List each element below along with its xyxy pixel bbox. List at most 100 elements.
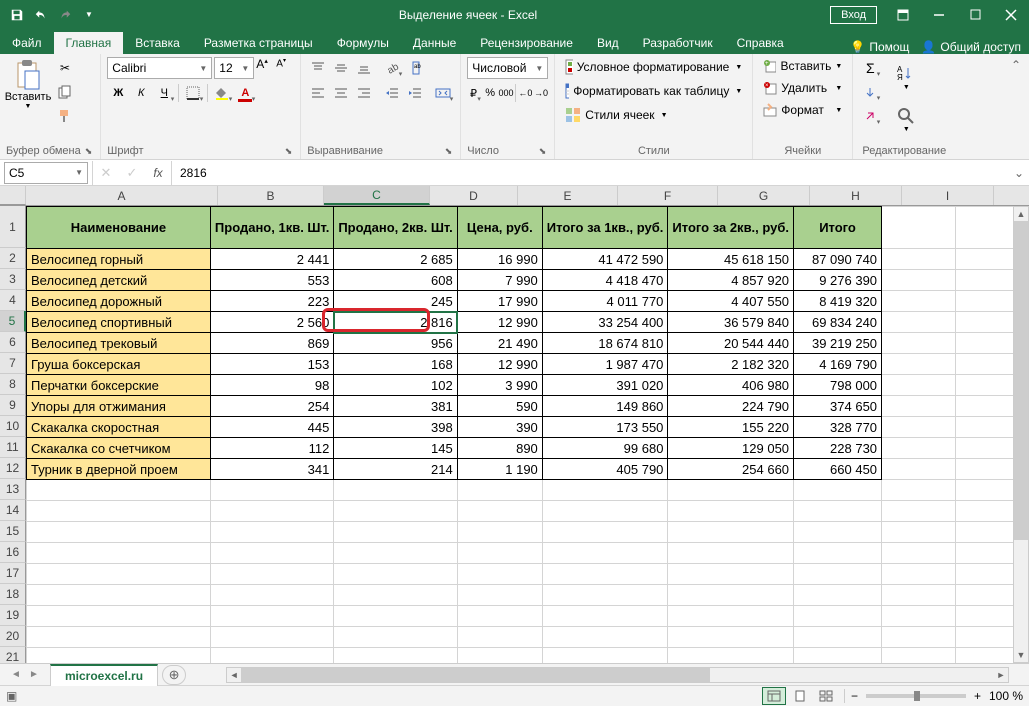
col-header-D[interactable]: D [430,186,518,205]
cell-B18[interactable] [210,585,333,606]
cell-C18[interactable] [334,585,457,606]
tab-вставка[interactable]: Вставка [123,32,192,54]
cell-F19[interactable] [668,606,794,627]
sheet-nav-next-icon[interactable]: ► [26,666,42,684]
cell-H21[interactable] [882,648,955,664]
cell-G11[interactable]: 228 730 [794,438,882,459]
comma-format-icon[interactable]: 000 [498,82,513,104]
cell-G12[interactable]: 660 450 [794,459,882,480]
row-header-7[interactable]: 7 [0,353,26,374]
bold-button[interactable]: Ж [107,82,129,104]
cell-D19[interactable] [457,606,542,627]
cell-G9[interactable]: 374 650 [794,396,882,417]
save-icon[interactable] [6,4,28,26]
row-header-1[interactable]: 1 [0,206,26,248]
row-header-6[interactable]: 6 [0,332,26,353]
undo-icon[interactable] [30,4,52,26]
cell-C1[interactable]: Продано, 2кв. Шт. [334,207,457,249]
cell-E20[interactable] [542,627,668,648]
conditional-formatting-button[interactable]: Условное форматирование▼ [561,57,746,77]
cell-B10[interactable]: 445 [210,417,333,438]
cell-E15[interactable] [542,522,668,543]
cell-H19[interactable] [882,606,955,627]
col-header-B[interactable]: B [218,186,324,205]
cell-E7[interactable]: 1 987 470 [542,354,668,375]
cell-F2[interactable]: 45 618 150 [668,249,794,270]
zoom-level[interactable]: 100 % [989,689,1023,703]
cell-B6[interactable]: 869 [210,333,333,354]
maximize-icon[interactable] [957,0,993,29]
format-cells-button[interactable]: Формат▼ [759,101,846,119]
cell-F18[interactable] [668,585,794,606]
row-header-3[interactable]: 3 [0,269,26,290]
col-header-A[interactable]: A [26,186,218,205]
cell-F6[interactable]: 20 544 440 [668,333,794,354]
cell-H13[interactable] [882,480,955,501]
underline-button[interactable]: Ч [153,82,175,104]
cell-C13[interactable] [334,480,457,501]
wrap-text-icon[interactable]: ab [409,57,431,79]
cell-G8[interactable]: 798 000 [794,375,882,396]
minimize-icon[interactable] [921,0,957,29]
cell-B16[interactable] [210,543,333,564]
cell-H18[interactable] [882,585,955,606]
font-size-dropdown[interactable]: 12▼ [214,57,254,79]
fill-icon[interactable] [859,81,881,103]
cell-B19[interactable] [210,606,333,627]
tab-данные[interactable]: Данные [401,32,468,54]
cell-A5[interactable]: Велосипед спортивный [27,312,211,333]
cell-E1[interactable]: Итого за 1кв., руб. [542,207,668,249]
tab-формулы[interactable]: Формулы [325,32,401,54]
cell-C8[interactable]: 102 [334,375,457,396]
enter-formula-icon[interactable]: ✓ [119,161,145,185]
cell-B5[interactable]: 2 560 [210,312,333,333]
format-painter-icon[interactable] [54,105,76,127]
cell-E9[interactable]: 149 860 [542,396,668,417]
font-launcher-icon[interactable]: ⬊ [285,146,295,157]
tab-разметка страницы[interactable]: Разметка страницы [192,32,325,54]
cell-D13[interactable] [457,480,542,501]
cell-F5[interactable]: 36 579 840 [668,312,794,333]
col-header-C[interactable]: C [324,186,430,205]
cut-icon[interactable]: ✂ [54,57,76,79]
format-as-table-button[interactable]: Форматировать как таблицу▼ [561,81,746,101]
cell-D15[interactable] [457,522,542,543]
row-header-12[interactable]: 12 [0,458,26,479]
cell-A10[interactable]: Скакалка скоростная [27,417,211,438]
cell-G16[interactable] [794,543,882,564]
cell-E16[interactable] [542,543,668,564]
row-header-11[interactable]: 11 [0,437,26,458]
fill-color-button[interactable] [211,82,233,104]
cell-C9[interactable]: 381 [334,396,457,417]
cell-H12[interactable] [882,459,955,480]
cell-G20[interactable] [794,627,882,648]
cell-A8[interactable]: Перчатки боксерские [27,375,211,396]
formula-input[interactable]: 2816 [172,162,1009,184]
zoom-in-icon[interactable]: + [974,689,981,703]
orientation-icon[interactable]: ab [381,57,403,79]
cell-H14[interactable] [882,501,955,522]
cell-B20[interactable] [210,627,333,648]
col-header-I[interactable]: I [902,186,994,205]
col-header-G[interactable]: G [718,186,810,205]
cell-D17[interactable] [457,564,542,585]
cell-C17[interactable] [334,564,457,585]
cell-D11[interactable]: 890 [457,438,542,459]
row-header-15[interactable]: 15 [0,521,26,542]
cell-H4[interactable] [882,291,955,312]
row-header-5[interactable]: 5 [0,311,26,332]
normal-view-icon[interactable] [762,687,786,705]
align-left-icon[interactable] [307,82,329,104]
italic-button[interactable]: К [130,82,152,104]
cell-A4[interactable]: Велосипед дорожный [27,291,211,312]
col-header-E[interactable]: E [518,186,618,205]
row-header-10[interactable]: 10 [0,416,26,437]
cell-E4[interactable]: 4 011 770 [542,291,668,312]
cell-D1[interactable]: Цена, руб. [457,207,542,249]
align-middle-icon[interactable] [330,57,352,79]
row-header-2[interactable]: 2 [0,248,26,269]
cell-B21[interactable] [210,648,333,664]
cell-H7[interactable] [882,354,955,375]
row-header-14[interactable]: 14 [0,500,26,521]
cell-A3[interactable]: Велосипед детский [27,270,211,291]
